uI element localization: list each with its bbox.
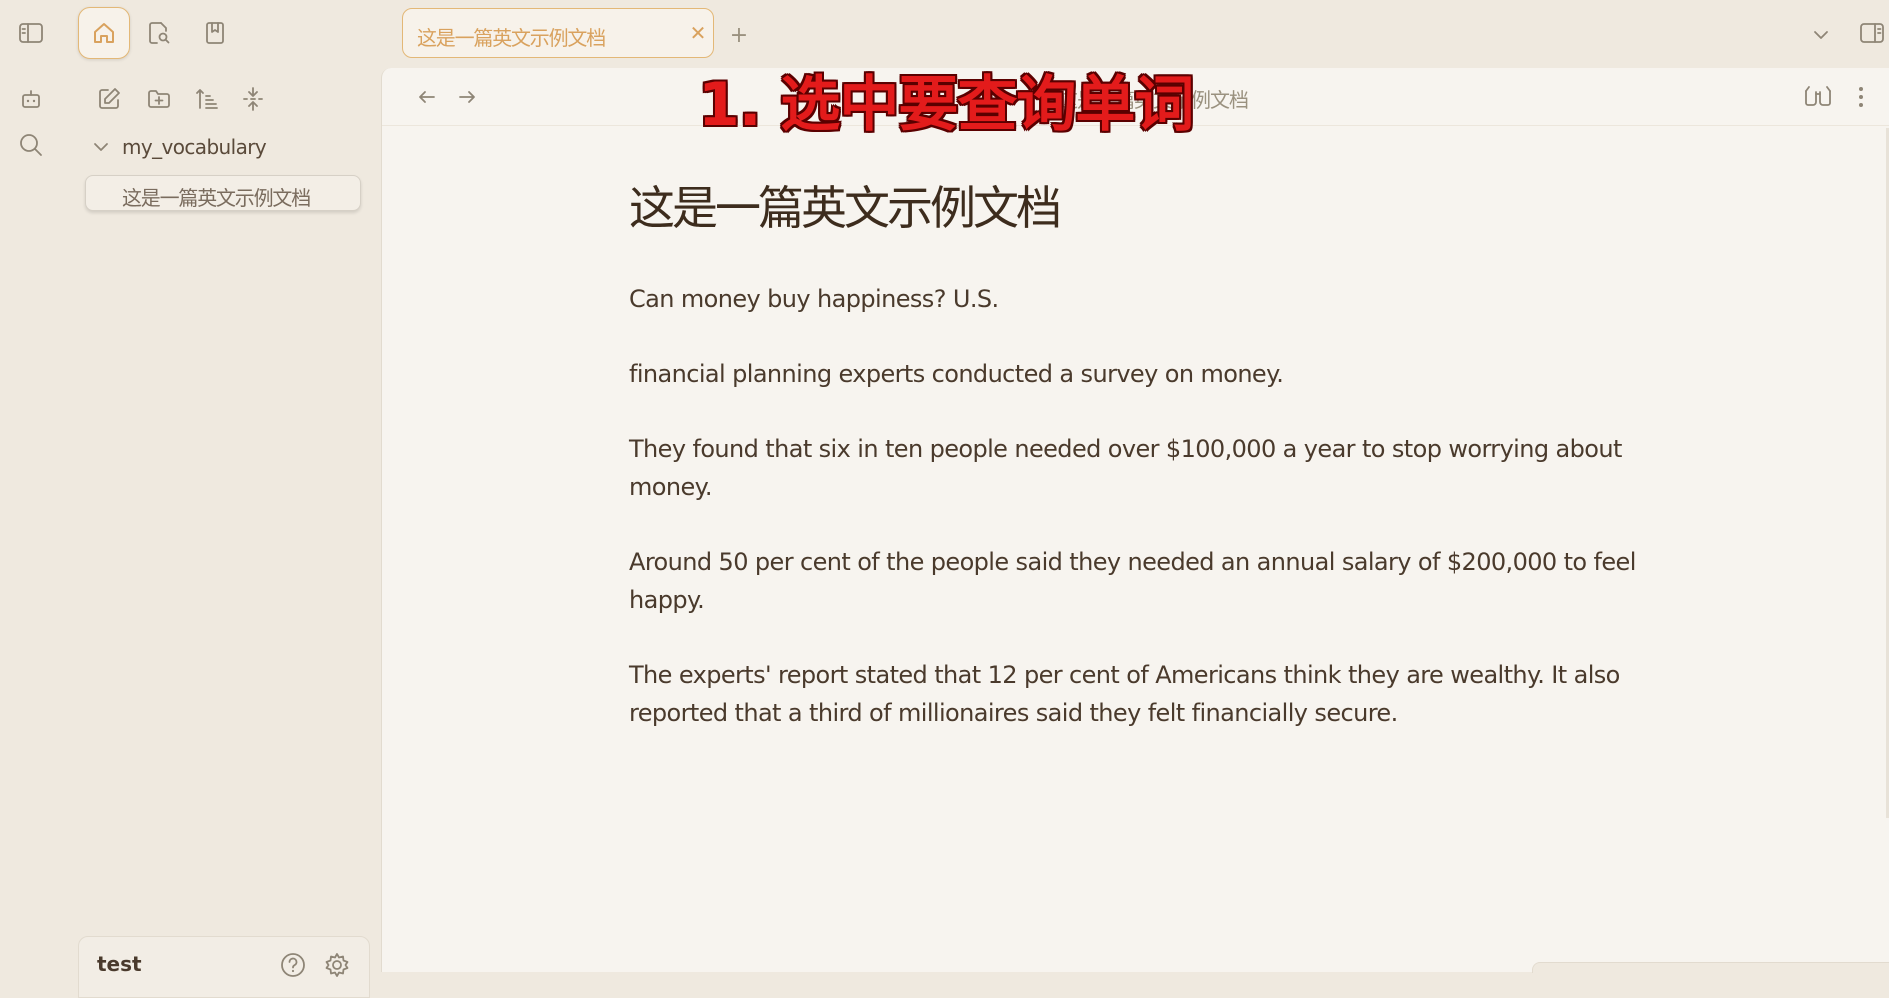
new-note-icon[interactable] — [92, 82, 126, 116]
editor-pane: 这是一篇英文示例文档 这是一篇英文示例文档 Can money buy happ… — [381, 68, 1889, 973]
sidebar-left-icon[interactable] — [14, 18, 48, 48]
home-icon[interactable] — [78, 7, 130, 59]
arrow-right-icon[interactable] — [452, 84, 482, 110]
bookmark-icon[interactable] — [198, 18, 232, 48]
more-options-icon[interactable] — [1848, 82, 1874, 112]
new-tab-button[interactable]: + — [724, 20, 754, 50]
vault-switcher[interactable]: test — [78, 936, 370, 998]
file-item[interactable]: 这是一篇英文示例文档 — [85, 175, 361, 211]
vault-name: test — [97, 952, 142, 976]
folder-label: my_vocabulary — [122, 135, 267, 159]
paragraph[interactable]: The experts' report stated that 12 per c… — [629, 656, 1639, 732]
sort-icon[interactable] — [190, 82, 224, 116]
search-document-icon[interactable] — [142, 18, 176, 48]
paragraph[interactable]: Around 50 per cent of the people said th… — [629, 543, 1639, 619]
file-label: 这是一篇英文示例文档 — [122, 186, 311, 210]
bot-icon[interactable] — [14, 82, 48, 116]
instruction-annotation: 1. 选中要查询单词 — [698, 70, 1194, 140]
search-icon[interactable] — [14, 128, 48, 162]
sidebar-right-icon[interactable] — [1857, 18, 1887, 48]
paragraph[interactable]: financial planning experts conducted a s… — [629, 355, 1639, 393]
folder-row[interactable]: my_vocabulary — [92, 132, 267, 162]
file-explorer: my_vocabulary 这是一篇英文示例文档 test — [64, 68, 381, 998]
new-folder-icon[interactable] — [142, 82, 176, 116]
tab-title: 这是一篇英文示例文档 — [417, 26, 606, 50]
settings-icon[interactable] — [323, 951, 351, 979]
document-content[interactable]: 这是一篇英文示例文档 Can money buy happiness? U.S.… — [629, 172, 1639, 769]
close-icon[interactable]: ✕ — [687, 21, 709, 45]
paragraph[interactable]: They found that six in ten people needed… — [629, 430, 1639, 506]
help-icon[interactable] — [279, 951, 307, 979]
reading-view-icon[interactable] — [1802, 82, 1834, 112]
status-bar — [1532, 962, 1889, 973]
document-title[interactable]: 这是一篇英文示例文档 — [629, 172, 1639, 238]
paragraph[interactable]: Can money buy happiness? U.S. — [629, 280, 1639, 318]
ribbon — [0, 68, 65, 972]
chevron-down-icon[interactable] — [92, 140, 110, 154]
collapse-all-icon[interactable] — [236, 82, 270, 116]
tab-active-document[interactable]: 这是一篇英文示例文档 ✕ — [402, 8, 714, 58]
arrow-left-icon[interactable] — [412, 84, 442, 110]
chevron-down-icon[interactable] — [1806, 20, 1836, 50]
